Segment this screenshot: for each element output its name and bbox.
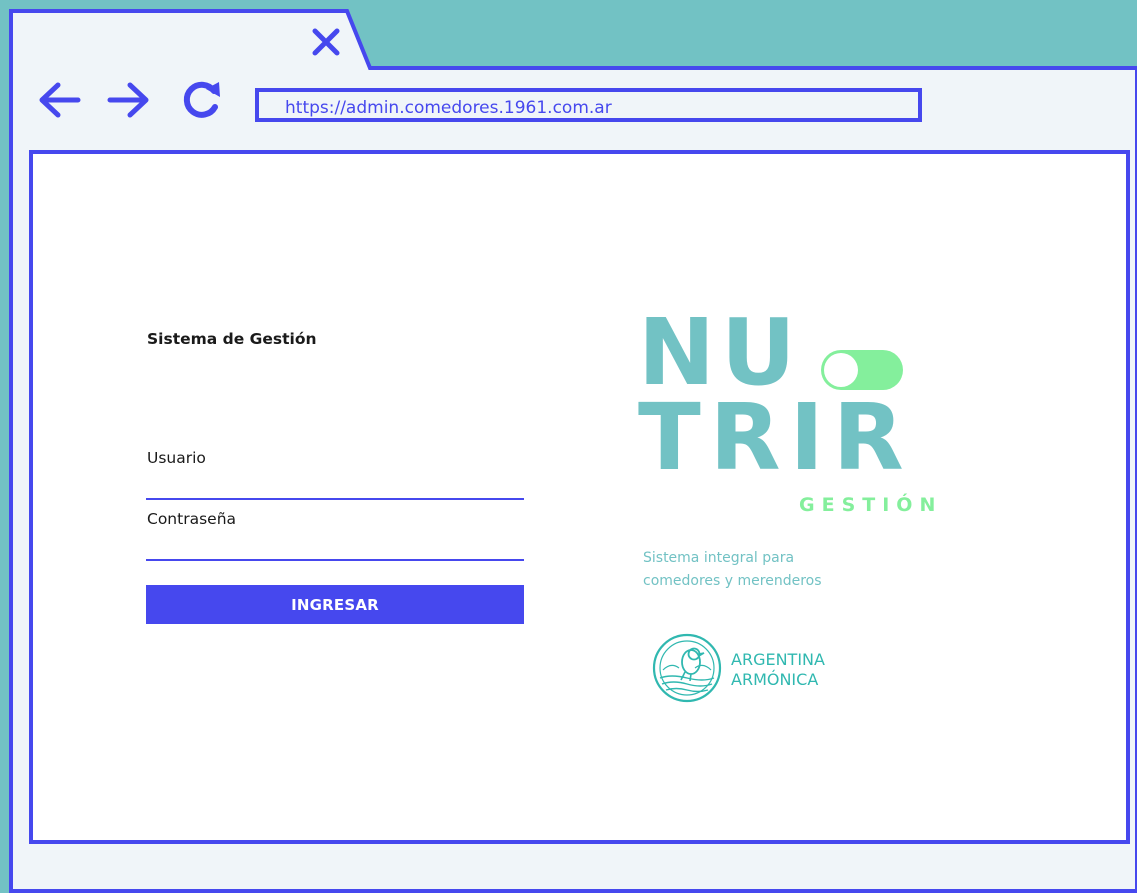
close-icon: [312, 28, 340, 56]
logo-subtitle: GESTIÓN: [799, 494, 943, 516]
partner-name-line-2: ARMÓNICA: [731, 670, 819, 689]
username-label: Usuario: [147, 449, 206, 467]
login-title: Sistema de Gestión: [147, 330, 317, 348]
address-bar[interactable]: https://admin.comedores.1961.com.ar: [255, 88, 922, 122]
logo-word-trir: TRIR: [638, 384, 913, 491]
argentina-armonica-logo-icon: [651, 632, 723, 704]
login-button[interactable]: INGRESAR: [146, 585, 524, 624]
partner-name-line-1: ARGENTINA: [731, 650, 825, 669]
reload-button[interactable]: [176, 78, 224, 122]
arrow-left-icon: [39, 82, 81, 118]
password-input[interactable]: [146, 535, 524, 561]
forward-button[interactable]: [106, 80, 152, 120]
tagline-line-1: Sistema integral para: [643, 550, 795, 566]
back-button[interactable]: [36, 80, 82, 120]
tagline-line-2: comedores y merenderos: [643, 573, 822, 589]
username-input[interactable]: [146, 474, 524, 500]
page-viewport: Sistema de Gestión Usuario Contraseña IN…: [29, 150, 1130, 844]
password-label: Contraseña: [147, 510, 237, 528]
address-url: https://admin.comedores.1961.com.ar: [285, 98, 612, 118]
tab-close-button[interactable]: [306, 22, 346, 62]
arrow-right-icon: [107, 82, 149, 118]
reload-icon: [183, 81, 220, 118]
